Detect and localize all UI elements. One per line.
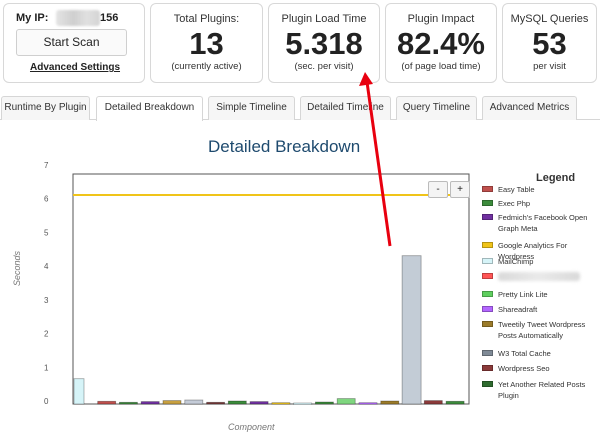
- legend-label: Easy Table: [498, 185, 535, 194]
- chart-bar: [336, 398, 356, 405]
- legend-swatch: [482, 214, 493, 220]
- chart-bar: [423, 400, 443, 405]
- legend-title: Legend: [536, 172, 576, 184]
- legend-label: Wordpress Seo: [498, 364, 550, 373]
- x-axis-label: Component: [228, 422, 275, 432]
- y-tick-label: 2: [44, 330, 49, 339]
- y-tick-label: 4: [44, 262, 49, 271]
- legend-label: Tweetily Tweet Wordpress Posts Automatic…: [498, 320, 586, 340]
- chart-bar: [271, 402, 291, 405]
- legend-swatch: [482, 350, 493, 356]
- chart-bar: [227, 400, 247, 405]
- y-axis-label: Seconds: [12, 250, 22, 286]
- legend-label: W3 Total Cache: [498, 349, 551, 358]
- legend-label: Pretty Link Lite: [498, 290, 548, 299]
- legend-swatch: [482, 186, 493, 192]
- legend-swatch: [482, 258, 493, 264]
- chart-bar: [119, 401, 138, 405]
- chart-bar: [184, 399, 204, 405]
- y-tick-label: 6: [44, 195, 49, 204]
- y-tick-label: 1: [44, 363, 49, 372]
- chart-bar: [380, 400, 400, 405]
- legend-redacted-label: [498, 272, 580, 281]
- legend-label: Yet Another Related Posts Plugin: [498, 380, 586, 400]
- zoom-in-button[interactable]: +: [450, 181, 470, 198]
- chart-bar: [445, 400, 465, 405]
- chart-bar: [140, 401, 160, 405]
- chart-bar: [73, 378, 85, 405]
- chart-bar: [206, 401, 226, 405]
- chart-bar: [293, 402, 313, 405]
- legend-swatch: [482, 242, 493, 248]
- legend-label: Fedmich's Facebook Open Graph Meta: [498, 213, 588, 233]
- chart-bar: [401, 255, 422, 405]
- chart-bar: [314, 401, 334, 405]
- legend-swatch: [482, 306, 493, 312]
- legend-label: Exec Php: [498, 199, 531, 208]
- y-axis-ticks: 0 1 2 3 4 5 6 7: [44, 161, 49, 406]
- y-tick-label: 7: [44, 161, 49, 170]
- chart-bar: [97, 400, 117, 405]
- chart-bar: [249, 401, 269, 405]
- legend-label: MailChimp: [498, 257, 534, 266]
- arrow-head: [359, 72, 373, 86]
- chart-bar: [358, 402, 378, 405]
- chart-bar: [162, 400, 182, 405]
- legend-swatch: [482, 200, 493, 206]
- y-tick-label: 5: [44, 228, 49, 237]
- y-tick-label: 3: [44, 296, 49, 305]
- legend-swatch: [482, 291, 493, 297]
- legend-swatch: [482, 365, 493, 371]
- y-tick-label: 0: [44, 397, 49, 406]
- zoom-out-button[interactable]: -: [428, 181, 448, 198]
- legend-swatch: [482, 381, 493, 387]
- legend-swatch: [482, 321, 493, 327]
- legend-swatch: [482, 273, 493, 279]
- legend-label: Shareadraft: [498, 305, 538, 314]
